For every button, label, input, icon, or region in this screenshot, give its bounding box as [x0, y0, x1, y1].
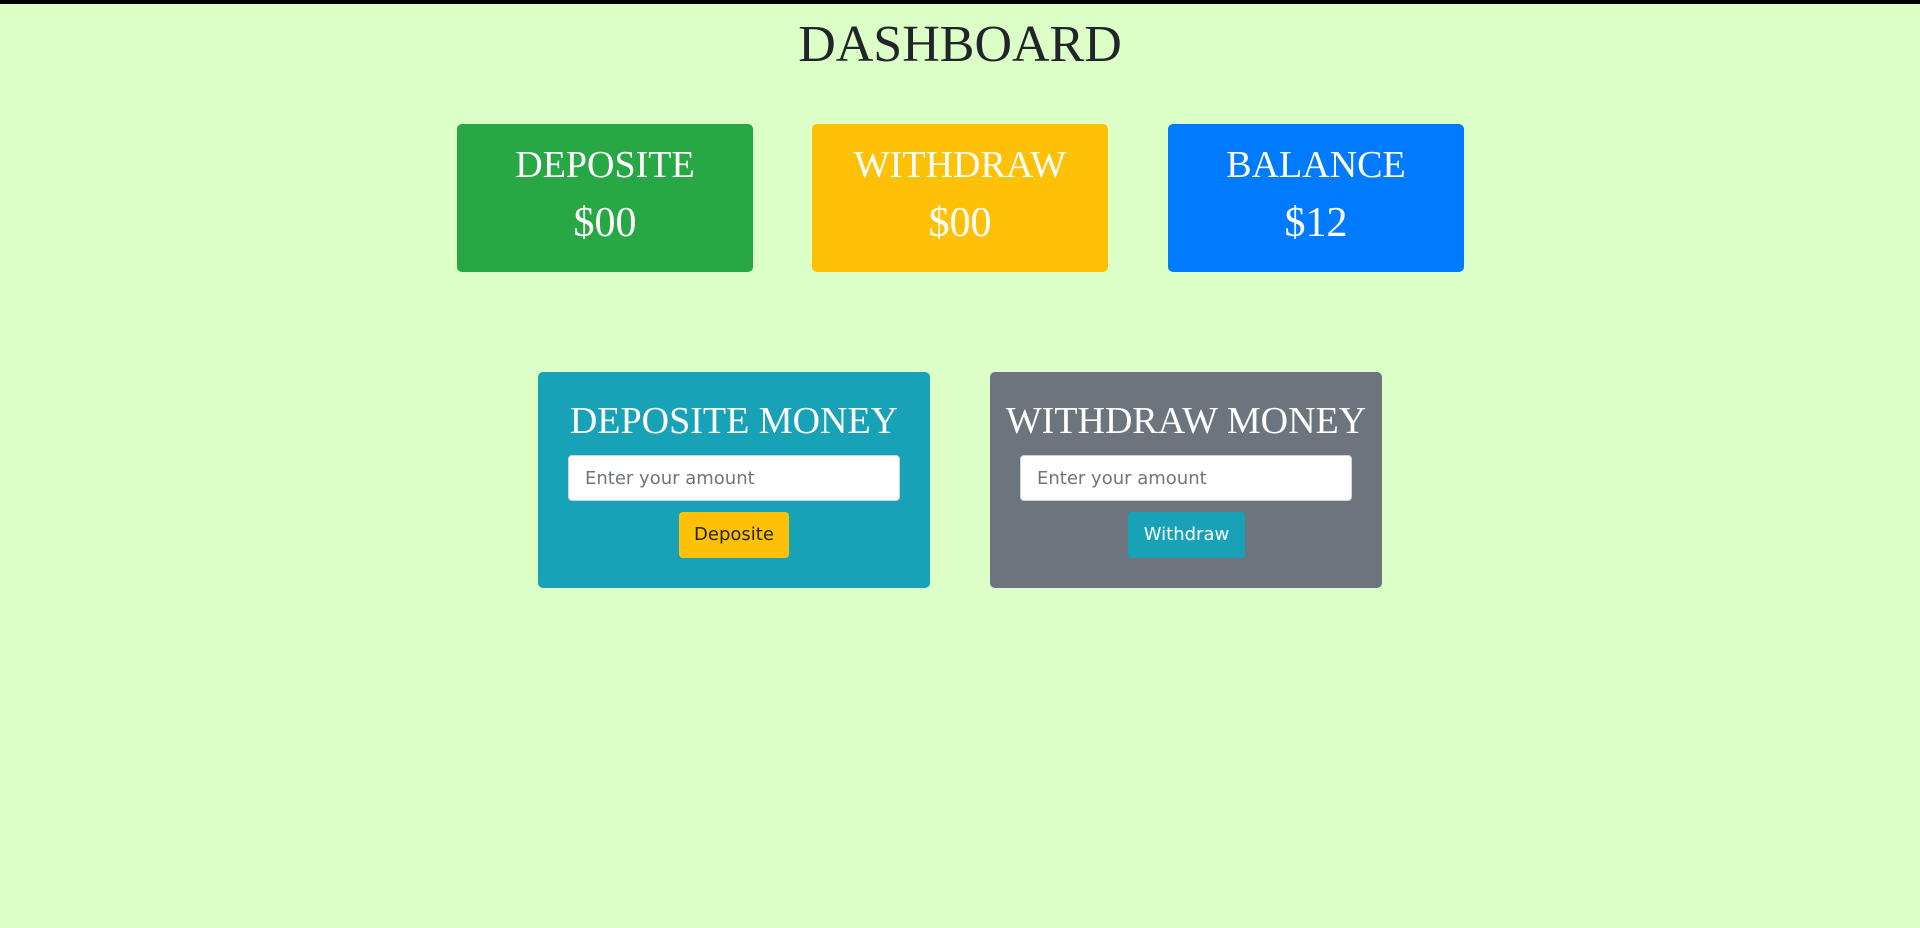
- deposit-form-title: DEPOSITE MONEY: [569, 400, 899, 442]
- deposit-stat-label: DEPOSITE: [515, 144, 695, 186]
- top-border: [0, 0, 1920, 4]
- withdraw-stat-card: WITHDRAW $00: [812, 124, 1108, 272]
- balance-stat-label: BALANCE: [1226, 144, 1406, 186]
- deposit-amount-input[interactable]: [568, 455, 900, 501]
- withdraw-stat-value: $00: [928, 200, 992, 246]
- deposit-stat-value: $00: [573, 200, 637, 246]
- withdraw-button[interactable]: Withdraw: [1128, 512, 1245, 558]
- balance-stat-value: $12: [1284, 200, 1348, 246]
- deposit-button[interactable]: Deposite: [679, 512, 789, 558]
- withdraw-form-title: WITHDRAW MONEY: [1005, 400, 1367, 442]
- balance-stat-card: BALANCE $12: [1168, 124, 1464, 272]
- withdraw-amount-input[interactable]: [1020, 455, 1352, 501]
- deposit-stat-card: DEPOSITE $00: [457, 124, 753, 272]
- withdraw-stat-label: WITHDRAW: [853, 144, 1067, 186]
- withdraw-money-form: WITHDRAW MONEY Withdraw: [990, 372, 1382, 588]
- page-title: DASHBOARD: [798, 16, 1122, 73]
- deposit-money-form: DEPOSITE MONEY Deposite: [538, 372, 930, 588]
